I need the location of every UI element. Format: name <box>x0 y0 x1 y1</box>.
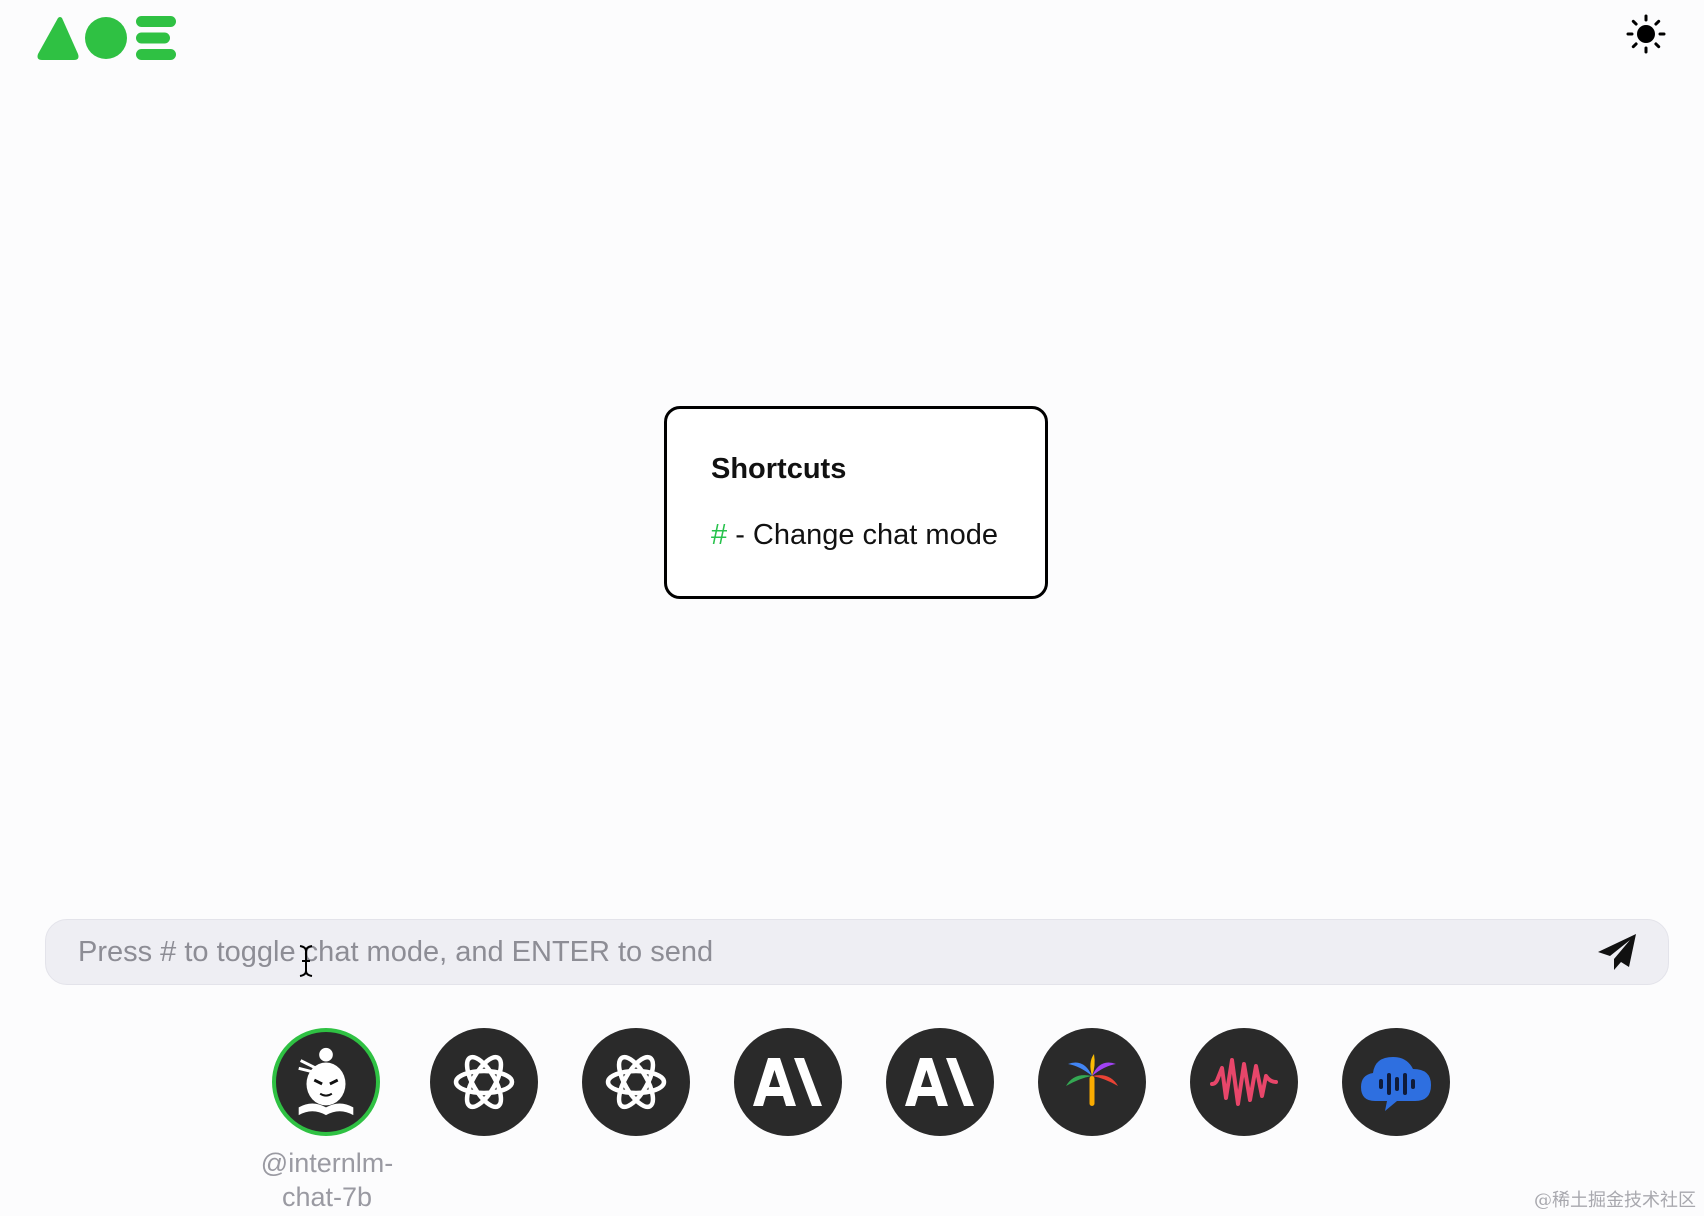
model-option-openai-2[interactable] <box>582 1028 692 1136</box>
chat-input[interactable] <box>46 920 1586 984</box>
sun-icon <box>1626 14 1666 54</box>
anthropic-logo-icon <box>753 1058 822 1106</box>
model-label: @internlm-chat-7b <box>260 1148 394 1212</box>
anthropic-logo-icon <box>905 1058 974 1106</box>
palm-tree-icon <box>1066 1054 1118 1106</box>
cloud-voice-icon <box>1361 1057 1431 1111</box>
openai-logo-icon <box>605 1054 667 1110</box>
sound-wave-icon <box>1210 1058 1278 1106</box>
watermark: @稀土掘金技术社区 <box>1534 1190 1696 1211</box>
shortcuts-title: Shortcuts <box>711 453 847 485</box>
shortcut-description: - Change chat mode <box>727 519 998 551</box>
model-option-anthropic-2[interactable] <box>886 1028 996 1136</box>
aoe-logo[interactable] <box>36 16 178 60</box>
shortcut-key: # <box>711 519 728 551</box>
shortcuts-card: Shortcuts # - Change chat mode <box>664 406 1048 599</box>
model-option-sound[interactable] <box>1190 1028 1300 1136</box>
model-selector: @internlm-chat-7b <box>0 1028 1704 1216</box>
send-button[interactable] <box>1596 932 1638 972</box>
model-option-internlm[interactable]: @internlm-chat-7b <box>261 1028 393 1212</box>
chat-composer <box>45 919 1669 985</box>
paper-plane-icon <box>1598 934 1636 970</box>
model-option-palm[interactable] <box>1038 1028 1148 1136</box>
model-option-openai-1[interactable] <box>430 1028 540 1136</box>
model-option-anthropic-1[interactable] <box>734 1028 844 1136</box>
internlm-mascot-icon <box>298 1047 354 1116</box>
model-option-cloud-voice[interactable] <box>1342 1028 1452 1136</box>
theme-toggle-button[interactable] <box>1626 14 1666 54</box>
shortcut-item: # - Change chat mode <box>711 519 998 552</box>
openai-logo-icon <box>453 1054 515 1110</box>
text-cursor-icon <box>299 945 313 977</box>
